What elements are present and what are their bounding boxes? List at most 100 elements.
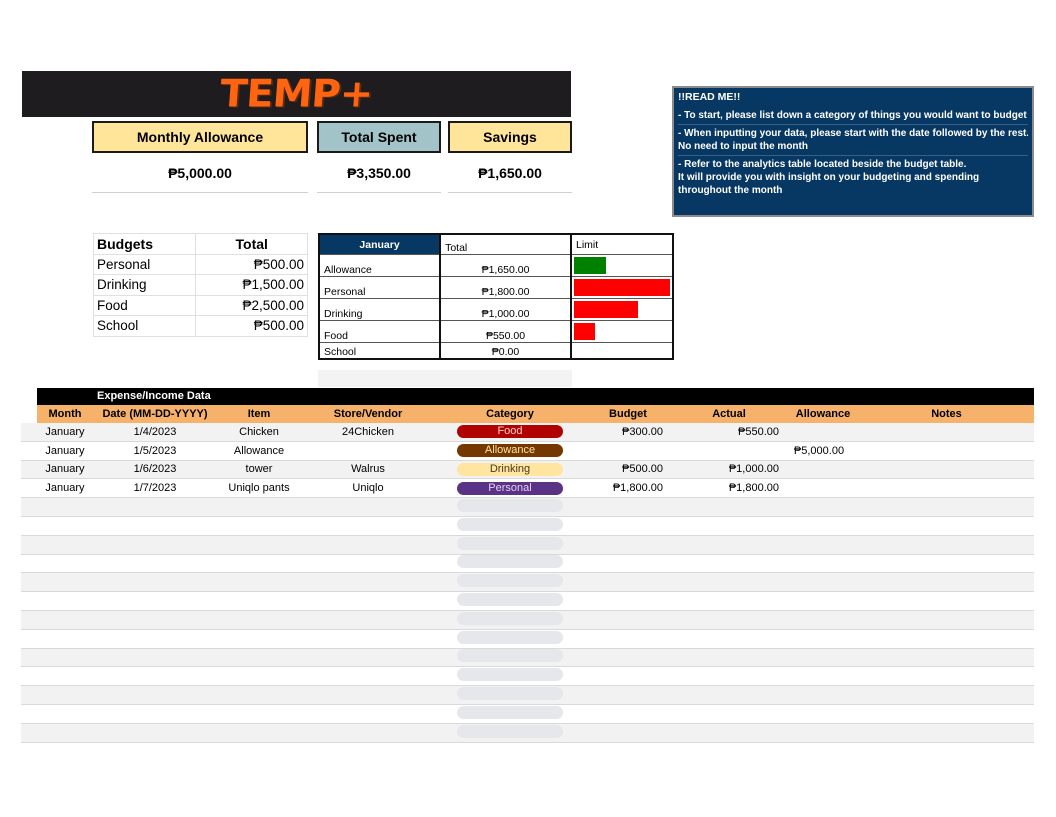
empty-cell[interactable]: [435, 574, 585, 590]
cell-item[interactable]: Allowance: [217, 445, 301, 457]
category-dropdown-empty[interactable]: [457, 517, 563, 531]
analytics-header-row: January Total Limit: [318, 233, 674, 255]
month-header[interactable]: January: [318, 233, 442, 255]
category-dropdown-empty[interactable]: [457, 555, 563, 569]
empty-cell-block: [318, 370, 572, 387]
analytics-category[interactable]: School: [318, 342, 442, 359]
budget-total[interactable]: ₱1,500.00: [195, 274, 308, 296]
empty-cell[interactable]: [435, 611, 585, 628]
category-dropdown-empty[interactable]: [457, 536, 563, 550]
limit-cell[interactable]: [570, 298, 674, 321]
empty-cell[interactable]: [435, 555, 585, 571]
cell-budget[interactable]: ₱300.00: [585, 426, 671, 438]
cell-date[interactable]: 1/6/2023: [93, 463, 217, 475]
cell-category[interactable]: Allowance: [435, 444, 585, 458]
cell-month[interactable]: January: [37, 463, 93, 475]
cell-store[interactable]: Uniqlo: [301, 482, 435, 494]
budget-name[interactable]: School: [92, 315, 197, 337]
cell-date[interactable]: 1/7/2023: [93, 482, 217, 494]
column-header-month[interactable]: Month: [37, 408, 93, 420]
category-dropdown-empty[interactable]: [457, 499, 563, 513]
analytics-category[interactable]: Personal: [318, 276, 442, 299]
empty-cell[interactable]: [435, 499, 585, 515]
cell-actual[interactable]: ₱550.00: [671, 426, 787, 438]
total-spent-value[interactable]: ₱3,350.00: [317, 153, 441, 193]
analytics-total[interactable]: ₱1,650.00: [439, 254, 572, 277]
category-dropdown-empty[interactable]: [457, 668, 563, 682]
category-dropdown-empty[interactable]: [457, 705, 563, 719]
column-header-actual[interactable]: Actual: [671, 408, 787, 420]
analytics-total[interactable]: ₱1,000.00: [439, 298, 572, 321]
column-header-date[interactable]: Date (MM-DD-YYYY): [93, 408, 217, 420]
cell-actual[interactable]: ₱1,000.00: [671, 463, 787, 475]
category-dropdown-empty[interactable]: [457, 687, 563, 701]
cell-category[interactable]: Drinking: [435, 462, 585, 476]
cell-store[interactable]: 24Chicken: [301, 426, 435, 438]
analytics-category[interactable]: Drinking: [318, 298, 442, 321]
category-chip[interactable]: Food: [457, 425, 563, 439]
limit-cell[interactable]: [570, 320, 674, 343]
analytics-total[interactable]: ₱1,800.00: [439, 276, 572, 299]
cell-budget[interactable]: ₱500.00: [585, 463, 671, 475]
empty-cell[interactable]: [435, 724, 585, 741]
budgets-header[interactable]: Budgets: [92, 233, 197, 255]
column-header-allowance[interactable]: Allowance: [787, 408, 859, 420]
category-dropdown-empty[interactable]: [457, 724, 563, 738]
column-header-budget[interactable]: Budget: [585, 408, 671, 420]
budget-total[interactable]: ₱500.00: [195, 253, 308, 275]
column-header-category[interactable]: Category: [435, 408, 585, 420]
cell-category[interactable]: Food: [435, 425, 585, 439]
cell-store[interactable]: Walrus: [301, 463, 435, 475]
empty-cell[interactable]: [435, 536, 585, 553]
category-dropdown-empty[interactable]: [457, 574, 563, 588]
cell-item[interactable]: Chicken: [217, 426, 301, 438]
category-dropdown-empty[interactable]: [457, 593, 563, 607]
limit-cell[interactable]: [570, 254, 674, 277]
budget-total[interactable]: ₱500.00: [195, 315, 308, 337]
analytics-category[interactable]: Allowance: [318, 254, 442, 277]
empty-cell[interactable]: [435, 630, 585, 647]
budget-name[interactable]: Food: [92, 294, 197, 316]
empty-cell[interactable]: [435, 705, 585, 722]
column-header-notes[interactable]: Notes: [859, 408, 1034, 420]
category-dropdown-empty[interactable]: [457, 630, 563, 644]
empty-cell[interactable]: [435, 517, 585, 534]
expense-table-title-bar: Expense/Income Data: [37, 388, 1034, 405]
category-dropdown-empty[interactable]: [457, 649, 563, 663]
empty-cell[interactable]: [435, 649, 585, 665]
cell-category[interactable]: Personal: [435, 481, 585, 495]
category-chip[interactable]: Allowance: [457, 444, 563, 458]
empty-cell[interactable]: [435, 687, 585, 703]
budget-total[interactable]: ₱2,500.00: [195, 294, 308, 316]
analytics-category[interactable]: Food: [318, 320, 442, 343]
cell-item[interactable]: tower: [217, 463, 301, 475]
limit-cell[interactable]: [570, 276, 674, 299]
category-chip[interactable]: Drinking: [457, 462, 563, 476]
empty-cell[interactable]: [435, 593, 585, 609]
budget-name[interactable]: Drinking: [92, 274, 197, 296]
savings-value[interactable]: ₱1,650.00: [448, 153, 572, 193]
column-header-item[interactable]: Item: [217, 408, 301, 420]
category-dropdown-empty[interactable]: [457, 611, 563, 625]
column-header-store[interactable]: Store/Vendor: [301, 408, 435, 420]
total-header[interactable]: Total: [195, 233, 308, 255]
cell-item[interactable]: Uniqlo pants: [217, 482, 301, 494]
budget-name[interactable]: Personal: [92, 253, 197, 275]
cell-budget[interactable]: ₱1,800.00: [585, 482, 671, 494]
limit-header[interactable]: Limit: [570, 233, 674, 255]
monthly-allowance-value[interactable]: ₱5,000.00: [92, 153, 308, 193]
analytics-total-header[interactable]: Total: [439, 233, 572, 255]
analytics-total[interactable]: ₱550.00: [439, 320, 572, 343]
cell-month[interactable]: January: [37, 445, 93, 457]
cell-month[interactable]: January: [37, 426, 93, 438]
cell-allowance[interactable]: ₱5,000.00: [787, 445, 859, 457]
readme-box[interactable]: !!READ ME!! - To start, please list down…: [672, 86, 1034, 217]
cell-month[interactable]: January: [37, 482, 93, 494]
category-chip[interactable]: Personal: [457, 481, 563, 495]
analytics-total[interactable]: ₱0.00: [439, 342, 572, 359]
cell-date[interactable]: 1/4/2023: [93, 426, 217, 438]
cell-date[interactable]: 1/5/2023: [93, 445, 217, 457]
cell-actual[interactable]: ₱1,800.00: [671, 482, 787, 494]
empty-cell[interactable]: [435, 668, 585, 684]
limit-cell[interactable]: [570, 342, 674, 359]
